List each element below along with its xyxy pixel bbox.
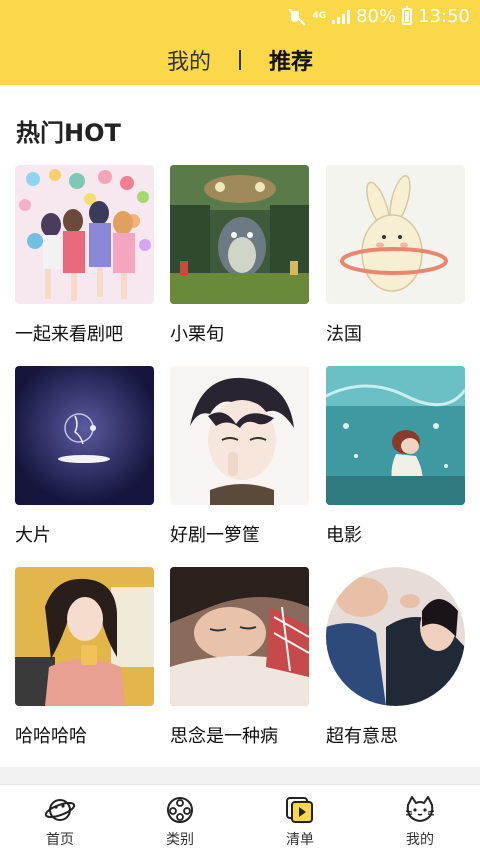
- tab-mine[interactable]: 我的: [167, 44, 211, 76]
- bunny-hoop-image[interactable]: [326, 165, 465, 304]
- underwater-girl-image[interactable]: [326, 366, 465, 505]
- grid-item[interactable]: 大片: [15, 366, 154, 547]
- grid-item[interactable]: 法国: [326, 165, 465, 346]
- nav-category-label: 类别: [166, 832, 194, 848]
- totoro-forest-image[interactable]: [170, 165, 309, 304]
- grid-item-label: 一起来看剧吧: [15, 324, 123, 345]
- mute-icon: [288, 8, 306, 26]
- playlist-icon: [284, 795, 316, 825]
- nav-mine[interactable]: 我的: [360, 785, 480, 854]
- battery-percent: 80%: [356, 6, 397, 27]
- nav-home-label: 首页: [46, 832, 74, 848]
- tab-recommend[interactable]: 推荐: [269, 44, 313, 76]
- grid-item-label: 法国: [326, 324, 362, 345]
- grid-item[interactable]: 一起来看剧吧: [15, 165, 154, 346]
- top-tabs: 我的 推荐: [0, 42, 480, 78]
- app-header: 4G 80% 13:50 我的 推荐: [0, 0, 480, 85]
- main-content: 热门HOT 一起来看剧吧 小栗旬 法国 大片 好剧一箩筐 电影 哈哈哈哈 思念是…: [0, 85, 480, 767]
- grid-item-label: 好剧一箩筐: [170, 525, 260, 546]
- bottom-nav: 首页 类别 清单 我的: [0, 784, 480, 854]
- clock: 13:50: [418, 6, 470, 27]
- grid-item-label: 超有意思: [326, 726, 398, 747]
- grid-item[interactable]: 思念是一种病: [170, 567, 309, 748]
- manga-boy-image[interactable]: [170, 366, 309, 505]
- signal-icon: [332, 9, 351, 24]
- section-title: 热门HOT: [16, 119, 121, 147]
- neon-sign-image[interactable]: [15, 366, 154, 505]
- status-bar: 4G 80% 13:50: [0, 0, 480, 33]
- girl-drink-image[interactable]: [15, 567, 154, 706]
- grid-item[interactable]: 超有意思: [326, 567, 465, 748]
- tab-divider: [239, 50, 241, 70]
- nav-home[interactable]: 首页: [0, 785, 120, 854]
- grid-item[interactable]: 小栗旬: [170, 165, 309, 346]
- grid-item[interactable]: 好剧一箩筐: [170, 366, 309, 547]
- nav-category[interactable]: 类别: [120, 785, 240, 854]
- grid-item-label: 电影: [326, 525, 362, 546]
- film-reel-icon: [164, 795, 196, 825]
- planet-icon: [44, 795, 76, 825]
- network-type: 4G: [312, 11, 327, 21]
- grid-item[interactable]: 哈哈哈哈: [15, 567, 154, 748]
- grid-item[interactable]: 电影: [326, 366, 465, 547]
- nav-mine-label: 我的: [406, 832, 434, 848]
- grid-item-label: 小栗旬: [170, 324, 224, 345]
- cat-face-icon: [404, 795, 436, 825]
- anime-girls-image[interactable]: [15, 165, 154, 304]
- battery-icon: [402, 6, 413, 25]
- sleepy-boy-image[interactable]: [170, 567, 309, 706]
- nav-list-label: 清单: [286, 832, 314, 848]
- nav-list[interactable]: 清单: [240, 785, 360, 854]
- couple-round-image[interactable]: [326, 567, 465, 706]
- grid-item-label: 大片: [15, 525, 51, 546]
- grid-item-label: 思念是一种病: [170, 726, 278, 747]
- grid-item-label: 哈哈哈哈: [15, 726, 87, 747]
